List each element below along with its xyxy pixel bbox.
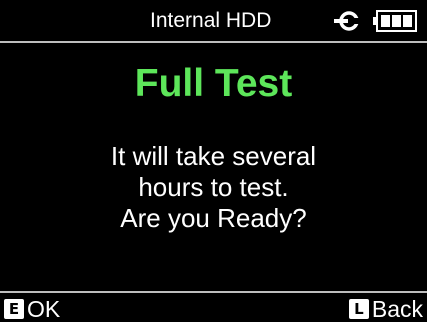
back-softkey[interactable]: L Back bbox=[348, 296, 423, 322]
footer-divider bbox=[0, 291, 427, 293]
battery-full-icon bbox=[373, 10, 417, 32]
device-screen: Internal HDD Full Test It will take seve… bbox=[0, 0, 427, 322]
ac-power-plug-icon bbox=[334, 11, 362, 31]
back-softkey-label: Back bbox=[371, 296, 423, 322]
dialog-title: Full Test bbox=[134, 62, 293, 105]
dialog-message: It will take several hours to test. Are … bbox=[0, 141, 427, 234]
message-line: It will take several bbox=[110, 141, 317, 171]
message-line: hours to test. bbox=[138, 172, 289, 202]
message-line: Are you Ready? bbox=[120, 203, 307, 233]
e-key-icon: E bbox=[4, 299, 24, 319]
ok-softkey[interactable]: E OK bbox=[4, 297, 60, 321]
ok-softkey-label: OK bbox=[27, 296, 61, 322]
status-bar: Internal HDD bbox=[0, 0, 427, 43]
l-key-icon: L bbox=[348, 299, 369, 319]
header-title: Internal HDD bbox=[150, 9, 272, 32]
